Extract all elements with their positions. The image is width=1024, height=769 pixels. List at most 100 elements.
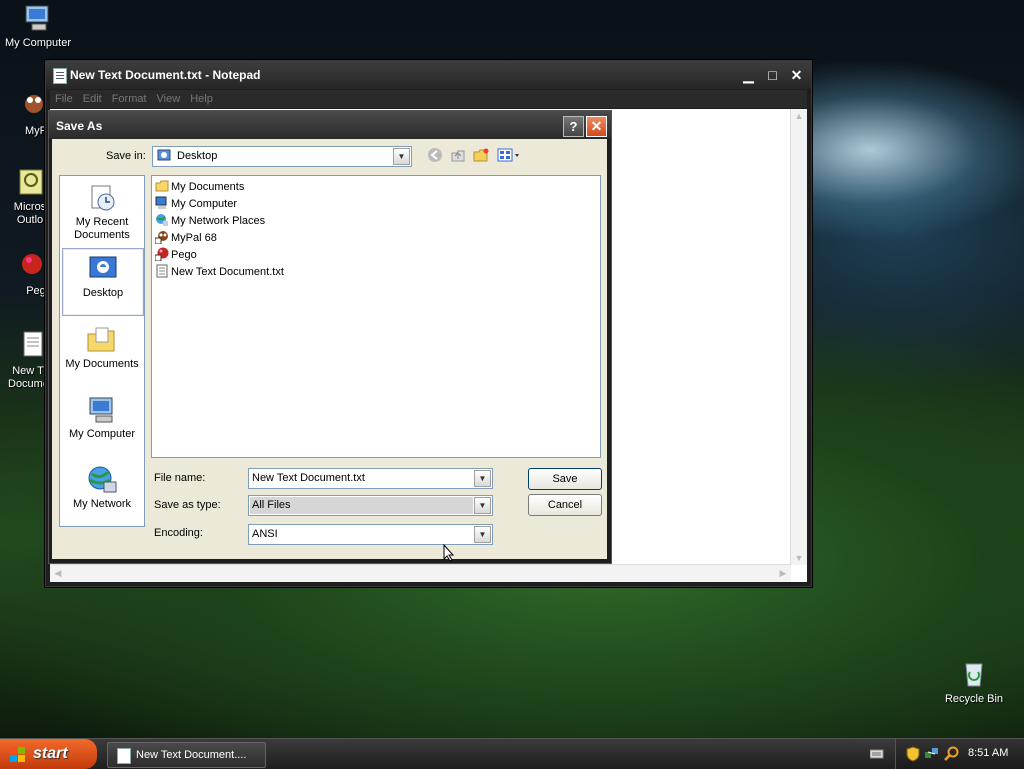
- save-as-type-dropdown[interactable]: All Files ▼: [248, 495, 493, 516]
- computer-icon: [22, 2, 54, 34]
- cancel-button[interactable]: Cancel: [528, 494, 602, 516]
- folder-icon: [155, 179, 169, 193]
- file-list[interactable]: My Documents My Computer My Network Plac…: [151, 175, 601, 458]
- text-file-icon: [155, 264, 169, 278]
- desktop-icon: [87, 253, 119, 285]
- new-folder-icon[interactable]: [472, 147, 490, 165]
- recent-documents-icon: [86, 182, 118, 214]
- file-name: My Network Places: [171, 215, 266, 227]
- place-my-recent-documents[interactable]: My Recent Documents: [62, 178, 142, 244]
- pego-icon: [16, 250, 48, 282]
- list-item[interactable]: New Text Document.txt: [155, 264, 284, 280]
- computer-icon: [86, 394, 118, 426]
- keyboard-icon[interactable]: [869, 748, 884, 760]
- menu-format[interactable]: Format: [107, 90, 152, 108]
- shortcut-icon: [154, 247, 169, 262]
- close-icon[interactable]: ✕: [787, 66, 806, 84]
- scroll-left-icon[interactable]: ◀: [50, 568, 66, 579]
- mypal-icon: [16, 90, 48, 122]
- scroll-up-icon[interactable]: ▲: [791, 111, 807, 121]
- computer-icon: [155, 196, 169, 210]
- menu-file[interactable]: File: [50, 90, 78, 108]
- start-label: start: [33, 745, 68, 762]
- encoding-label: Encoding:: [154, 527, 203, 539]
- place-label: My Recent Documents: [74, 216, 130, 241]
- place-desktop[interactable]: Desktop: [62, 248, 144, 316]
- text-file-icon: [16, 330, 48, 362]
- notepad-titlebar[interactable]: New Text Document.txt - Notepad ▁ □ ✕: [46, 61, 811, 89]
- list-item[interactable]: My Computer: [155, 196, 237, 212]
- place-label: My Computer: [68, 428, 136, 440]
- notepad-menubar: File Edit Format View Help: [50, 90, 807, 108]
- place-my-network[interactable]: My Network: [62, 460, 142, 526]
- start-button[interactable]: start: [0, 739, 97, 769]
- views-menu-icon[interactable]: [496, 147, 522, 165]
- file-name-value: New Text Document.txt: [252, 472, 365, 484]
- save-button[interactable]: Save: [528, 468, 602, 490]
- chevron-down-icon[interactable]: ▼: [474, 470, 491, 487]
- notepad-icon: [53, 68, 67, 84]
- vertical-scrollbar[interactable]: ▲ ▼: [790, 109, 807, 565]
- desktop-icon-recycle-bin[interactable]: Recycle Bin: [936, 658, 1012, 706]
- encoding-dropdown[interactable]: ANSI ▼: [248, 524, 493, 545]
- menu-edit[interactable]: Edit: [78, 90, 107, 108]
- desktop-icon-label: Recycle Bin: [944, 693, 1004, 705]
- encoding-value: ANSI: [252, 528, 278, 540]
- help-button[interactable]: ?: [563, 116, 584, 137]
- outlook-icon: [16, 166, 48, 198]
- chevron-down-icon[interactable]: ▼: [474, 497, 491, 514]
- chevron-down-icon[interactable]: ▼: [474, 526, 491, 543]
- clock: 8:51 AM: [968, 747, 1009, 759]
- file-name: MyPal 68: [171, 232, 217, 244]
- shortcut-icon: [154, 230, 169, 245]
- notepad-title: New Text Document.txt - Notepad: [70, 68, 261, 82]
- notepad-icon: [117, 748, 131, 764]
- menu-view[interactable]: View: [152, 90, 186, 108]
- dialog-title: Save As: [56, 119, 103, 133]
- taskbar-item-label: New Text Document....: [136, 749, 247, 761]
- desktop-icon-my-computer[interactable]: My Computer: [0, 2, 76, 50]
- save-as-type-label: Save as type:: [154, 499, 221, 511]
- scroll-right-icon[interactable]: ▶: [775, 568, 791, 579]
- save-in-label: Save in:: [106, 150, 146, 162]
- folder-icon: [86, 324, 118, 356]
- network-icon: [86, 464, 118, 496]
- dialog-close-button[interactable]: ✕: [586, 116, 607, 137]
- desktop-icon-label: New T Docume: [8, 365, 49, 390]
- file-name-label: File name:: [154, 472, 206, 484]
- save-in-dropdown[interactable]: Desktop ▼: [152, 146, 412, 167]
- place-label: My Documents: [65, 358, 139, 370]
- chevron-down-icon[interactable]: ▼: [393, 148, 410, 165]
- menu-help[interactable]: Help: [185, 90, 218, 108]
- list-item[interactable]: My Documents: [155, 179, 244, 195]
- taskbar: start New Text Document.... 8:51 AM: [0, 738, 1024, 769]
- place-label: My Network: [72, 498, 132, 510]
- network-status-icon[interactable]: [924, 746, 940, 765]
- file-name: My Documents: [171, 181, 245, 193]
- list-item[interactable]: My Network Places: [155, 213, 265, 229]
- file-name-field[interactable]: New Text Document.txt ▼: [248, 468, 493, 489]
- dialog-titlebar[interactable]: Save As ? ✕: [49, 111, 611, 139]
- desktop-icon-label: My Computer: [4, 37, 72, 49]
- minimize-icon[interactable]: ▁: [739, 66, 758, 84]
- list-item[interactable]: MyPal 68: [154, 230, 217, 246]
- desktop-icon: [157, 149, 171, 163]
- list-item[interactable]: Pego: [154, 247, 197, 263]
- scroll-down-icon[interactable]: ▼: [791, 553, 807, 563]
- horizontal-scrollbar[interactable]: ◀ ▶: [50, 564, 791, 582]
- search-icon[interactable]: [944, 746, 960, 765]
- place-label: Desktop: [82, 287, 124, 299]
- save-as-type-value: All Files: [252, 499, 291, 511]
- save-as-dialog: Save As ? ✕ Save in: Desktop ▼ My Recent…: [48, 110, 612, 564]
- maximize-icon[interactable]: □: [763, 66, 782, 84]
- back-icon[interactable]: [426, 147, 444, 165]
- windows-logo-icon: [10, 747, 25, 762]
- mouse-cursor-icon: [443, 543, 455, 562]
- taskbar-item-notepad[interactable]: New Text Document....: [107, 742, 266, 768]
- file-name: Pego: [171, 249, 197, 261]
- place-my-computer[interactable]: My Computer: [62, 390, 142, 456]
- place-my-documents[interactable]: My Documents: [62, 320, 142, 386]
- file-name: New Text Document.txt: [171, 266, 284, 278]
- up-folder-icon[interactable]: [449, 147, 467, 165]
- security-shield-icon[interactable]: [906, 746, 920, 765]
